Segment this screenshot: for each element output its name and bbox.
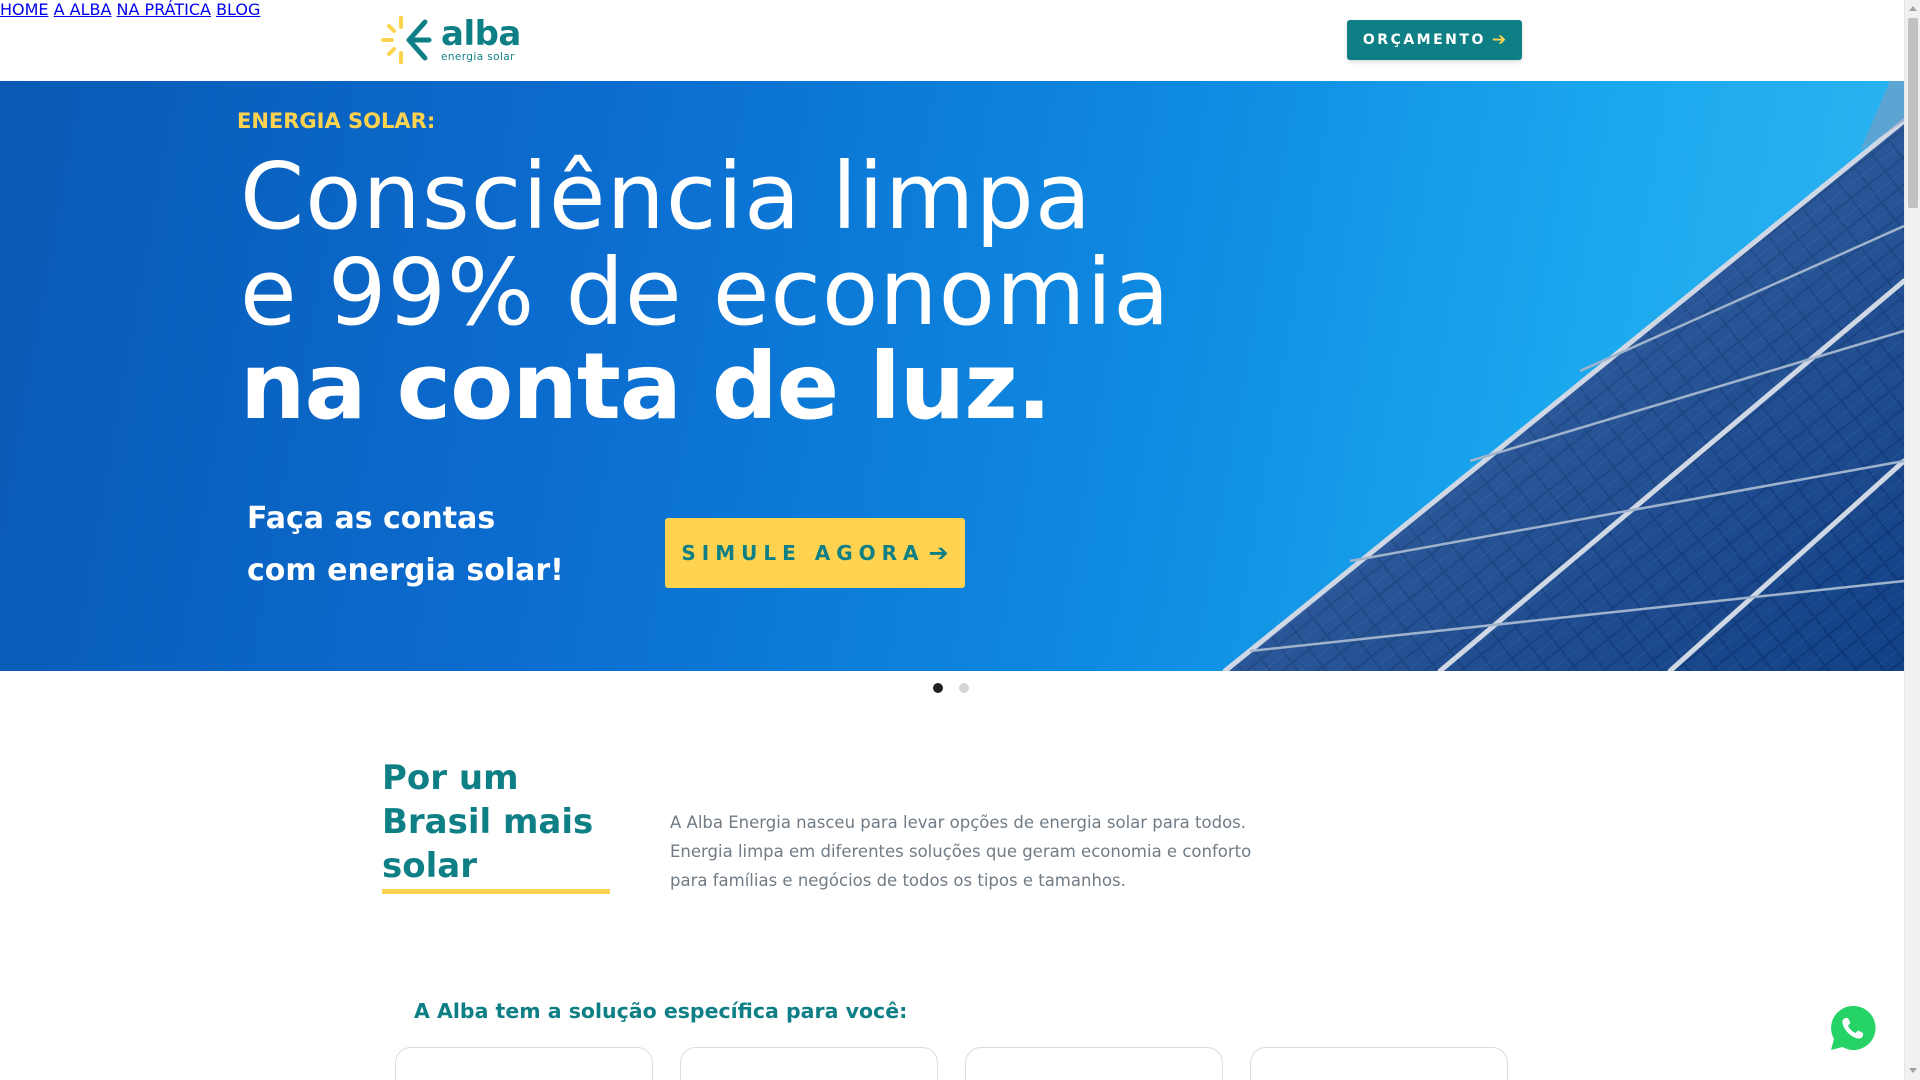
- nav-item-blog[interactable]: BLOG: [216, 0, 260, 19]
- hero-banner: ENERGIA SOLAR: Consciência limpa e 99% d…: [0, 81, 1904, 671]
- scroll-thumb[interactable]: [1908, 18, 1918, 208]
- whatsapp-button[interactable]: [1828, 1003, 1878, 1053]
- solution-card[interactable]: [395, 1047, 653, 1080]
- scroll-up-arrow-icon[interactable]: [1909, 6, 1917, 11]
- simule-agora-label: SIMULE AGORA: [681, 541, 925, 565]
- hero-headline-line1: Consciência limpa: [240, 143, 1093, 250]
- solution-card[interactable]: [1250, 1047, 1508, 1080]
- scroll-down-arrow-icon[interactable]: [1909, 1068, 1917, 1073]
- alba-logo[interactable]: alba energia solar: [381, 15, 531, 65]
- whatsapp-icon: [1831, 1005, 1876, 1050]
- hero-eyebrow: ENERGIA SOLAR:: [237, 109, 436, 133]
- carousel-dots: [933, 683, 969, 693]
- logo-wordmark: alba: [441, 14, 521, 55]
- about-title-underline: [382, 889, 610, 894]
- arrow-right-icon: ➔: [1491, 30, 1507, 50]
- solution-card[interactable]: [965, 1047, 1223, 1080]
- site-header: alba energia solar HOME A ALBA NA PRÁTIC…: [0, 0, 1904, 81]
- orcamento-button[interactable]: ORÇAMENTO ➔: [1347, 20, 1522, 60]
- logo-tagline: energia solar: [441, 51, 515, 64]
- hero-subtitle: Faça as contas com energia solar!: [247, 493, 564, 597]
- sun-logo-icon: [381, 16, 432, 64]
- carousel-dot-1[interactable]: [933, 683, 943, 693]
- solution-card[interactable]: [680, 1047, 938, 1080]
- solutions-title: A Alba tem a solução específica para voc…: [414, 999, 908, 1023]
- nav-item-home[interactable]: HOME: [0, 0, 49, 19]
- about-text: A Alba Energia nasceu para levar opções …: [670, 813, 1252, 890]
- hero-subtitle-line1: Faça as contas: [247, 501, 496, 536]
- nav-item-na-pratica[interactable]: NA PRÁTICA: [117, 0, 211, 19]
- carousel-dot-2[interactable]: [959, 683, 969, 693]
- simule-agora-button[interactable]: SIMULE AGORA ➔: [665, 518, 965, 588]
- hero-headline-line3: na conta de luz.: [240, 333, 1052, 440]
- page-scrollbar[interactable]: [1904, 0, 1920, 1080]
- about-title: Por um Brasil mais solar: [382, 758, 594, 886]
- arrow-right-icon: ➔: [928, 539, 949, 567]
- main-nav: HOME A ALBA NA PRÁTICA BLOG: [0, 0, 1904, 19]
- hero-headline-line2: e 99% de economia: [240, 239, 1171, 346]
- nav-item-a-alba[interactable]: A ALBA: [54, 0, 112, 19]
- orcamento-label: ORÇAMENTO: [1362, 32, 1486, 48]
- hero-subtitle-line2: com energia solar!: [247, 553, 564, 588]
